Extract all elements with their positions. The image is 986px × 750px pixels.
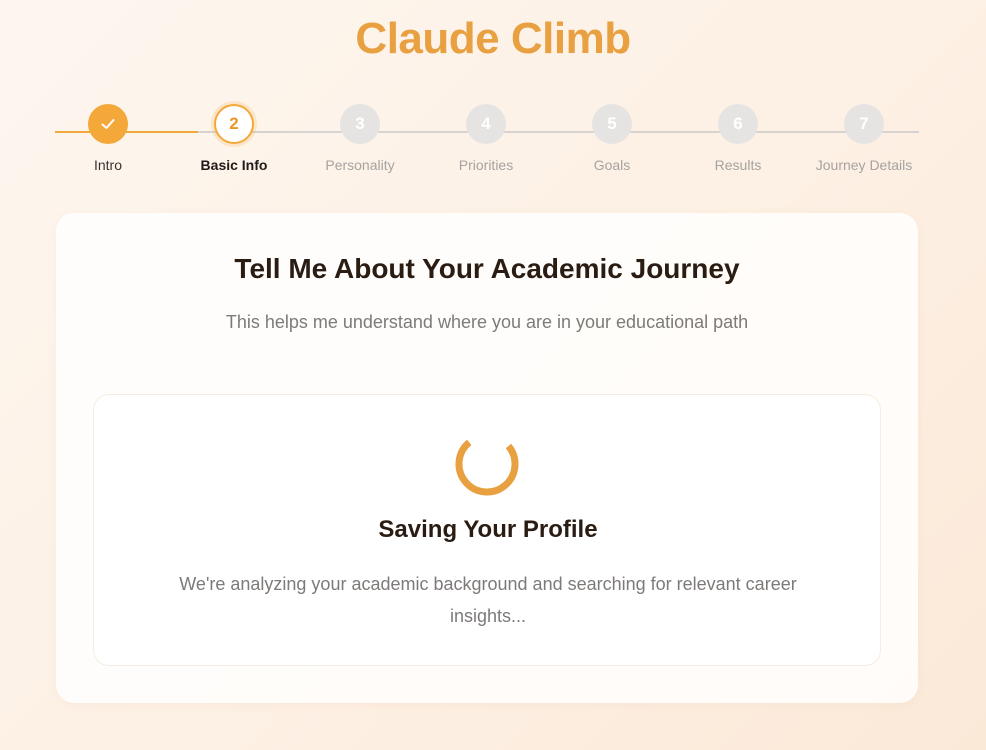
step-label-journey-details: Journey Details xyxy=(815,157,913,173)
step-circle-priorities: 4 xyxy=(466,104,506,144)
step-label-intro: Intro xyxy=(93,157,122,173)
step-journey-details[interactable]: 7 Journey Details xyxy=(809,104,919,173)
step-label-priorities: Priorities xyxy=(458,157,514,173)
card-subtitle: This helps me understand where you are i… xyxy=(225,312,749,332)
card-title: Tell Me About Your Academic Journey xyxy=(234,253,740,284)
app-root: Claude Climb Intro 2 Basic Info 3 Person… xyxy=(0,0,986,750)
loader-message: We're analyzing your academic background… xyxy=(179,574,797,626)
academic-journey-card: Tell Me About Your Academic Journey This… xyxy=(56,213,918,703)
step-circle-personality: 3 xyxy=(340,104,380,144)
step-goals[interactable]: 5 Goals xyxy=(557,104,667,173)
step-personality[interactable]: 3 Personality xyxy=(305,104,415,173)
saving-profile-panel: Saving Your Profile We're analyzing your… xyxy=(93,394,881,666)
step-label-basic-info: Basic Info xyxy=(200,157,268,173)
progress-stepper: Intro 2 Basic Info 3 Personality 4 Prior… xyxy=(55,100,919,180)
step-basic-info[interactable]: 2 Basic Info xyxy=(179,104,289,173)
loading-spinner-icon xyxy=(455,432,519,496)
step-label-personality: Personality xyxy=(325,157,395,173)
step-priorities[interactable]: 4 Priorities xyxy=(431,104,541,173)
step-circle-basic-info: 2 xyxy=(214,104,254,144)
step-label-goals: Goals xyxy=(593,157,631,173)
step-circle-results: 6 xyxy=(718,104,758,144)
step-intro[interactable]: Intro xyxy=(53,104,163,173)
step-label-results: Results xyxy=(714,157,762,173)
loader-title: Saving Your Profile xyxy=(378,516,598,543)
app-title: Claude Climb xyxy=(355,14,631,63)
step-circle-journey-details: 7 xyxy=(844,104,884,144)
step-circle-goals: 5 xyxy=(592,104,632,144)
step-circle-intro xyxy=(88,104,128,144)
check-icon xyxy=(101,119,115,129)
step-results[interactable]: 6 Results xyxy=(683,104,793,173)
